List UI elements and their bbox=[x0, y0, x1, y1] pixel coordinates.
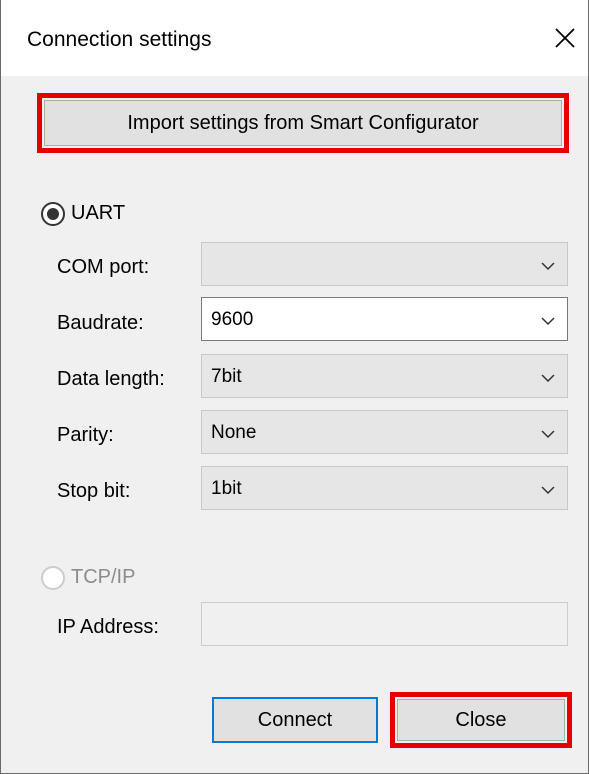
stop-bit-select[interactable]: 1bit bbox=[201, 466, 568, 510]
stop-bit-value: 1bit bbox=[211, 478, 242, 499]
baudrate-value: 9600 bbox=[211, 309, 254, 330]
uart-radio[interactable] bbox=[41, 202, 65, 226]
chevron-down-icon bbox=[541, 313, 555, 331]
ip-address-input[interactable] bbox=[201, 602, 568, 646]
close-button[interactable]: Close bbox=[397, 699, 565, 741]
chevron-down-icon bbox=[541, 426, 555, 444]
dialog-window: Connection settings Import settings from… bbox=[0, 0, 589, 774]
parity-select[interactable]: None bbox=[201, 410, 568, 454]
data-length-value: 7bit bbox=[211, 366, 242, 387]
parity-value: None bbox=[211, 422, 257, 443]
data-length-select[interactable]: 7bit bbox=[201, 354, 568, 398]
tcpip-radio[interactable] bbox=[41, 566, 65, 590]
close-icon[interactable] bbox=[549, 22, 581, 54]
tcpip-label: TCP/IP bbox=[71, 566, 136, 588]
parity-label: Parity: bbox=[57, 424, 114, 446]
radio-selected-dot bbox=[47, 208, 59, 220]
uart-label: UART bbox=[71, 202, 126, 224]
window-title: Connection settings bbox=[27, 28, 212, 51]
connect-button[interactable]: Connect bbox=[212, 697, 378, 743]
chevron-down-icon bbox=[541, 370, 555, 388]
data-length-label: Data length: bbox=[57, 368, 165, 390]
chevron-down-icon bbox=[541, 258, 555, 276]
chevron-down-icon bbox=[541, 482, 555, 500]
stop-bit-label: Stop bit: bbox=[57, 480, 131, 502]
title-bar: Connection settings bbox=[1, 0, 588, 76]
com-port-select[interactable] bbox=[201, 242, 568, 286]
baudrate-label: Baudrate: bbox=[57, 312, 144, 334]
baudrate-select[interactable]: 9600 bbox=[201, 297, 568, 341]
import-settings-button[interactable]: Import settings from Smart Configurator bbox=[44, 100, 562, 146]
ip-address-label: IP Address: bbox=[57, 616, 159, 638]
com-port-label: COM port: bbox=[57, 256, 150, 278]
